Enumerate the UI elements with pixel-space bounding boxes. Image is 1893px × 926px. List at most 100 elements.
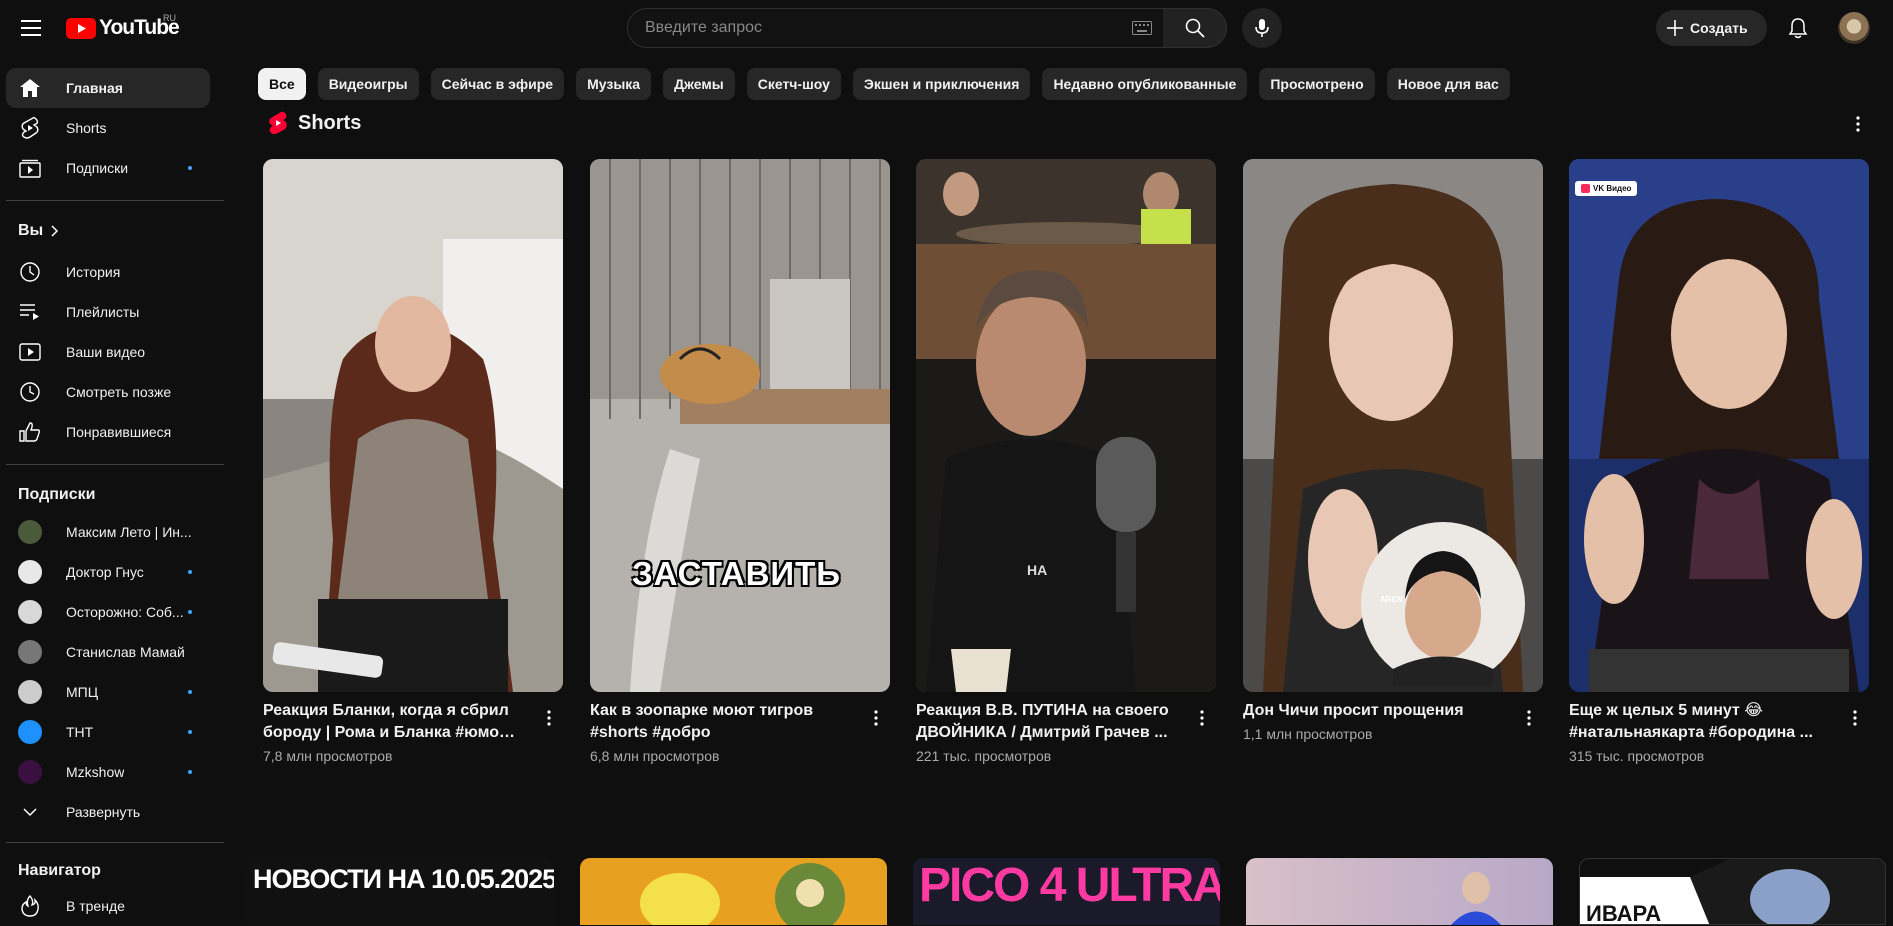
channel-avatar bbox=[18, 560, 42, 584]
sidebar-item-history[interactable]: История bbox=[6, 252, 210, 292]
create-button[interactable]: Создать bbox=[1656, 10, 1767, 46]
vk-play-icon bbox=[1581, 184, 1590, 193]
sidebar-item-label: Понравившиеся bbox=[66, 424, 172, 440]
sidebar-item-shorts[interactable]: Shorts bbox=[6, 108, 210, 148]
you-section-heading[interactable]: Вы bbox=[18, 222, 59, 240]
shorts-shelf-header: Shorts bbox=[268, 111, 361, 135]
video-thumbnail[interactable] bbox=[1246, 858, 1553, 925]
short-views: 7,8 млн просмотров bbox=[263, 748, 393, 764]
search-input[interactable] bbox=[645, 9, 1085, 47]
like-icon bbox=[18, 420, 42, 444]
short-overlay-text: НА bbox=[1027, 562, 1048, 578]
chevron-right-icon bbox=[51, 225, 59, 237]
sidebar-channel[interactable]: Максим Лето | Ин... bbox=[6, 512, 210, 552]
search-box bbox=[627, 8, 1164, 48]
short-thumbnail[interactable]: VK Видео bbox=[1569, 159, 1869, 692]
sidebar-item-label: Подписки bbox=[66, 160, 129, 176]
short-thumbnail[interactable]: НА bbox=[916, 159, 1216, 692]
channel-avatar bbox=[18, 600, 42, 624]
chip-new-to-you[interactable]: Новое для вас bbox=[1386, 68, 1510, 100]
sidebar-item-label: В тренде bbox=[66, 898, 125, 914]
bell-icon bbox=[1788, 18, 1808, 39]
chip-live[interactable]: Сейчас в эфире bbox=[430, 68, 565, 100]
voice-search-button[interactable] bbox=[1242, 8, 1282, 48]
short-title[interactable]: Еще ж целых 5 минут 😂 #натальнаякарта #б… bbox=[1569, 700, 1829, 744]
short-title[interactable]: Реакция В.В. ПУТИНА на своего ДВОЙНИКА /… bbox=[916, 700, 1176, 744]
sidebar-item-label: Shorts bbox=[66, 120, 107, 136]
short-thumbnail[interactable]: AREN bbox=[1243, 159, 1543, 692]
sidebar-channel[interactable]: Mzkshow bbox=[6, 752, 210, 792]
vk-video-badge: VK Видео bbox=[1575, 181, 1638, 196]
new-content-dot bbox=[188, 690, 192, 694]
short-views: 221 тыс. просмотров bbox=[916, 748, 1052, 764]
short-title[interactable]: Реакция Бланки, когда я сбрил бороду | Р… bbox=[263, 700, 523, 744]
short-more-button[interactable] bbox=[539, 706, 559, 730]
sidebar-divider bbox=[6, 842, 224, 843]
sidebar-item-trending[interactable]: В тренде bbox=[6, 886, 210, 926]
expand-label: Развернуть bbox=[66, 804, 141, 820]
sidebar-channel[interactable]: Станислав Мамай bbox=[6, 632, 210, 672]
channel-avatar bbox=[18, 720, 42, 744]
sidebar-item-subscriptions[interactable]: Подписки bbox=[6, 148, 210, 188]
chip-action[interactable]: Экшен и приключения bbox=[852, 68, 1031, 100]
short-more-button[interactable] bbox=[1845, 706, 1865, 730]
vk-badge-label: VK Видео bbox=[1593, 184, 1632, 193]
sidebar-channel[interactable]: МПЦ bbox=[6, 672, 210, 712]
search-button[interactable] bbox=[1163, 8, 1227, 48]
short-title[interactable]: Дон Чичи просит прощения bbox=[1243, 700, 1503, 722]
short-views: 1,1 млн просмотров bbox=[1243, 726, 1373, 742]
short-more-button[interactable] bbox=[1192, 706, 1212, 730]
channel-avatar bbox=[18, 680, 42, 704]
region-code: RU bbox=[163, 13, 176, 23]
you-heading-label: Вы bbox=[18, 222, 44, 239]
sidebar-item-liked[interactable]: Понравившиеся bbox=[6, 412, 210, 452]
sidebar-item-home[interactable]: Главная bbox=[6, 68, 210, 108]
short-thumbnail[interactable] bbox=[263, 159, 563, 692]
more-vert-icon bbox=[547, 710, 551, 726]
channel-name: Осторожно: Соб... bbox=[66, 604, 184, 620]
chip-sketch[interactable]: Скетч-шоу bbox=[746, 68, 841, 100]
short-more-button[interactable] bbox=[866, 706, 886, 730]
youtube-logo[interactable]: YouTube RU bbox=[66, 13, 180, 40]
chip-watched[interactable]: Просмотрено bbox=[1259, 68, 1375, 100]
sidebar-expand[interactable]: Развернуть bbox=[6, 792, 210, 832]
sidebar-channel[interactable]: Осторожно: Соб... bbox=[6, 592, 210, 632]
thumbnail-caption: ИВАРА bbox=[1586, 901, 1662, 925]
sidebar-item-label: Плейлисты bbox=[66, 304, 140, 320]
video-thumbnail[interactable] bbox=[580, 858, 887, 925]
notifications-button[interactable] bbox=[1780, 10, 1816, 46]
trending-icon bbox=[18, 894, 42, 918]
sidebar-item-label: Ваши видео bbox=[66, 344, 146, 360]
channel-name: Mzkshow bbox=[66, 764, 125, 780]
channel-avatar bbox=[18, 760, 42, 784]
chip-recently-uploaded[interactable]: Недавно опубликованные bbox=[1042, 68, 1248, 100]
chip-video-games[interactable]: Видеоигры bbox=[317, 68, 419, 100]
account-avatar[interactable] bbox=[1838, 12, 1870, 44]
shorts-icon bbox=[18, 116, 42, 140]
video-thumbnail[interactable]: ИВАРА bbox=[1579, 858, 1886, 925]
thumbnail-caption: PICO 4 ULTRA bbox=[919, 859, 1220, 912]
video-thumbnail[interactable]: НОВОСТИ НА 10.05.2025 bbox=[247, 858, 554, 925]
chip-music[interactable]: Музыка bbox=[576, 68, 652, 100]
short-title[interactable]: Как в зоопарке моют тигров #shorts #добр… bbox=[590, 700, 850, 744]
shorts-logo-icon bbox=[269, 111, 287, 134]
shelf-more-button[interactable] bbox=[1846, 112, 1870, 136]
sidebar-item-watch-later[interactable]: Смотреть позже bbox=[6, 372, 210, 412]
sidebar-item-label: Главная bbox=[66, 80, 123, 96]
keyboard-icon[interactable] bbox=[1132, 21, 1152, 35]
sidebar-channel[interactable]: ТНТ bbox=[6, 712, 210, 752]
new-content-dot bbox=[188, 730, 192, 734]
create-label: Создать bbox=[1690, 20, 1748, 36]
sidebar-item-label: История bbox=[66, 264, 121, 280]
short-more-button[interactable] bbox=[1519, 706, 1539, 730]
sidebar-item-your-videos[interactable]: Ваши видео bbox=[6, 332, 210, 372]
chip-all[interactable]: Все bbox=[258, 68, 306, 100]
sidebar-item-playlists[interactable]: Плейлисты bbox=[6, 292, 210, 332]
sidebar-divider bbox=[6, 464, 224, 465]
short-thumbnail[interactable]: ЗАСТАВИТЬ bbox=[590, 159, 890, 692]
sidebar-channel[interactable]: Доктор Гнус bbox=[6, 552, 210, 592]
chip-jams[interactable]: Джемы bbox=[663, 68, 735, 100]
video-thumbnail[interactable]: PICO 4 ULTRA bbox=[913, 858, 1220, 925]
channel-name: ТНТ bbox=[66, 724, 94, 740]
guide-menu-button[interactable] bbox=[14, 11, 48, 45]
